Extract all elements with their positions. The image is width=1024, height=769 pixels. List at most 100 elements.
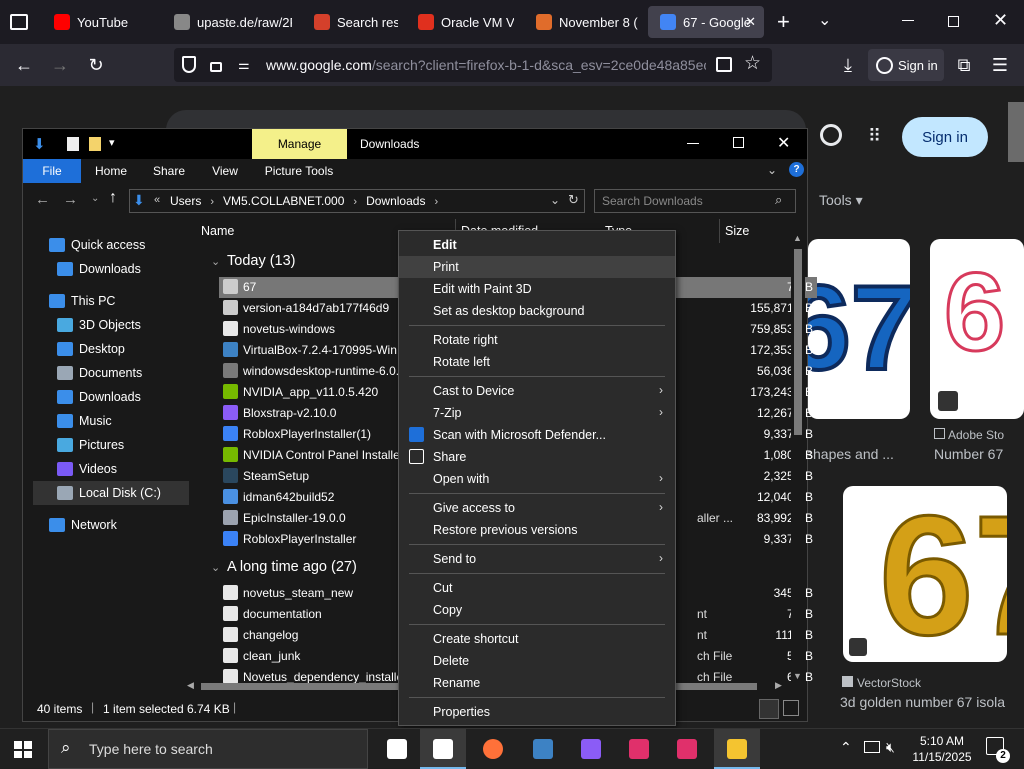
google-apps-icon[interactable]: ⠿ (868, 126, 881, 147)
address-bar[interactable]: ⬇ « Users › VM5.COLLABNET.000 › Downloads › ⌄… (129, 189, 585, 213)
page-scrollbar[interactable] (1008, 102, 1024, 162)
menu-item-rename[interactable]: Rename (399, 672, 675, 694)
tools-button[interactable]: Tools ▾ (819, 192, 863, 209)
virtualbox-icon[interactable] (520, 729, 566, 769)
menu-item-send-to[interactable]: Send to › (399, 548, 675, 570)
url-bar[interactable]: ⚌ www.google.com/search?client=firefox-b… (174, 48, 772, 82)
browser-tab[interactable]: Search results (302, 6, 398, 38)
breadcrumb-item[interactable]: VM5.COLLABNET.000 (223, 194, 344, 208)
menu-item-edit-with-paint-3d[interactable]: Edit with Paint 3D (399, 278, 675, 300)
nav-item-downloads[interactable]: Downloads (33, 385, 189, 409)
nav-item-desktop[interactable]: Desktop (33, 337, 189, 361)
browser-tab[interactable]: 67 - Google ✕ (648, 6, 764, 38)
nav-item-quick-access[interactable]: Quick access (33, 233, 189, 257)
ribbon-tab-share[interactable]: Share (143, 159, 195, 183)
properties-icon[interactable] (67, 137, 79, 151)
breadcrumb-separator-icon[interactable]: › (210, 196, 214, 208)
menu-item-cut[interactable]: Cut (399, 577, 675, 599)
breadcrumb-separator-icon[interactable]: › (353, 196, 357, 208)
task-view-icon[interactable] (374, 729, 420, 769)
explorer-close-icon[interactable]: ✕ (777, 133, 790, 153)
scroll-left-icon[interactable]: ◀ (187, 680, 194, 691)
show-hidden-icons-chevron[interactable]: ⌃ (840, 739, 852, 756)
menu-item-properties[interactable]: Properties (399, 701, 675, 723)
extensions-icon[interactable]: ⧉ (950, 52, 978, 78)
new-folder-icon[interactable] (89, 137, 101, 151)
menu-item-edit[interactable]: Edit (399, 234, 675, 256)
group-old[interactable]: ⌄ A long time ago (27) (211, 559, 357, 575)
scroll-right-icon[interactable]: ▶ (775, 680, 782, 691)
close-tab-icon[interactable]: ✕ (745, 14, 756, 30)
google-settings-icon[interactable] (820, 124, 842, 146)
browser-tab[interactable]: November 8 (C (524, 6, 638, 38)
back-icon[interactable]: ← (10, 52, 38, 78)
lock-icon[interactable] (210, 62, 222, 72)
customize-qat-icon[interactable]: ▾ (109, 136, 115, 149)
refresh-icon[interactable]: ↻ (568, 192, 579, 208)
vertical-scroll-thumb[interactable] (794, 249, 802, 435)
breadcrumb-item[interactable]: Downloads (366, 194, 425, 208)
breadcrumb-item[interactable]: Users (170, 194, 201, 208)
browser-tab[interactable]: upaste.de/raw/2F4 (162, 6, 292, 38)
caption-3[interactable]: 3d golden number 67 isola (840, 694, 1008, 710)
details-view-icon[interactable] (759, 699, 779, 719)
menu-item-set-as-desktop-background[interactable]: Set as desktop background (399, 300, 675, 322)
explorer-back-icon[interactable]: ← (35, 191, 50, 208)
novetus-alt-icon[interactable] (664, 729, 710, 769)
bookmark-star-icon[interactable]: ☆ (744, 52, 761, 75)
nav-item-network[interactable]: Network (33, 513, 189, 537)
menu-item-rotate-right[interactable]: Rotate right (399, 329, 675, 351)
close-window-icon[interactable]: ✕ (993, 10, 1008, 31)
nav-item-videos[interactable]: Videos (33, 457, 189, 481)
novetus-icon[interactable] (616, 729, 662, 769)
menu-item-print[interactable]: Print (399, 256, 675, 278)
volume-muted-icon[interactable]: 🔇︎ (886, 739, 895, 756)
save-to-pocket-icon[interactable] (716, 57, 732, 72)
help-icon[interactable]: ? (789, 162, 804, 177)
clock[interactable]: 5:10 AM 11/15/2025 (910, 733, 974, 765)
explorer-minimize-icon[interactable] (687, 143, 699, 144)
firefox-icon[interactable] (470, 729, 516, 769)
nav-item-documents[interactable]: Documents (33, 361, 189, 385)
new-tab-icon[interactable]: + (777, 9, 790, 35)
taskbar-search-box[interactable]: ⌕ Type here to search (48, 729, 368, 769)
menu-item-restore-previous-versions[interactable]: Restore previous versions (399, 519, 675, 541)
nav-item-music[interactable]: Music (33, 409, 189, 433)
browser-tab[interactable]: Oracle VM Virt (406, 6, 514, 38)
explorer-forward-icon[interactable]: → (63, 191, 78, 208)
column-name-header[interactable]: Name (201, 224, 234, 238)
menu-item-scan-with-microsoft-defender[interactable]: Scan with Microsoft Defender... (399, 424, 675, 446)
restore-icon[interactable] (948, 16, 959, 27)
explorer-maximize-icon[interactable] (733, 137, 744, 148)
menu-item-7-zip[interactable]: 7-Zip › (399, 402, 675, 424)
ribbon-expand-icon[interactable]: ⌄ (767, 163, 777, 177)
shield-icon[interactable] (182, 56, 196, 73)
menu-item-delete[interactable]: Delete (399, 650, 675, 672)
image-result-1[interactable]: 67 (808, 239, 910, 419)
ribbon-tab-picture-tools[interactable]: Picture Tools (257, 159, 341, 183)
column-size-header[interactable]: Size (725, 224, 749, 238)
vertical-scrollbar[interactable]: ▲ ▼ (791, 233, 805, 685)
epic-games-icon[interactable] (420, 729, 466, 769)
recent-locations-icon[interactable]: ⌄ (91, 193, 99, 204)
address-dropdown-icon[interactable]: ⌄ (550, 193, 560, 207)
nav-item-pictures[interactable]: Pictures (33, 433, 189, 457)
scroll-up-icon[interactable]: ▲ (793, 233, 802, 243)
bloxstrap-icon[interactable] (568, 729, 614, 769)
downloads-icon[interactable]: ⤓ (834, 52, 862, 78)
permissions-icon[interactable]: ⚌ (238, 57, 250, 73)
forward-icon[interactable]: → (46, 52, 74, 78)
breadcrumb-separator-icon[interactable]: › (434, 196, 438, 208)
start-button[interactable] (14, 741, 32, 758)
search-downloads-box[interactable]: Search Downloads ⌕ (594, 189, 796, 213)
google-sign-in-button[interactable]: Sign in (902, 117, 988, 157)
ribbon-tab-home[interactable]: Home (83, 159, 139, 183)
tab-overview-icon[interactable] (10, 14, 28, 30)
menu-item-create-shortcut[interactable]: Create shortcut (399, 628, 675, 650)
nav-item-this-pc[interactable]: This PC (33, 289, 189, 313)
nav-item-downloads[interactable]: Downloads (33, 257, 189, 281)
account-button[interactable]: Sign in (868, 49, 944, 81)
network-status-icon[interactable] (864, 741, 880, 753)
tab-list-chevron-icon[interactable]: ⌄ (818, 10, 831, 30)
menu-item-open-with[interactable]: Open with › (399, 468, 675, 490)
